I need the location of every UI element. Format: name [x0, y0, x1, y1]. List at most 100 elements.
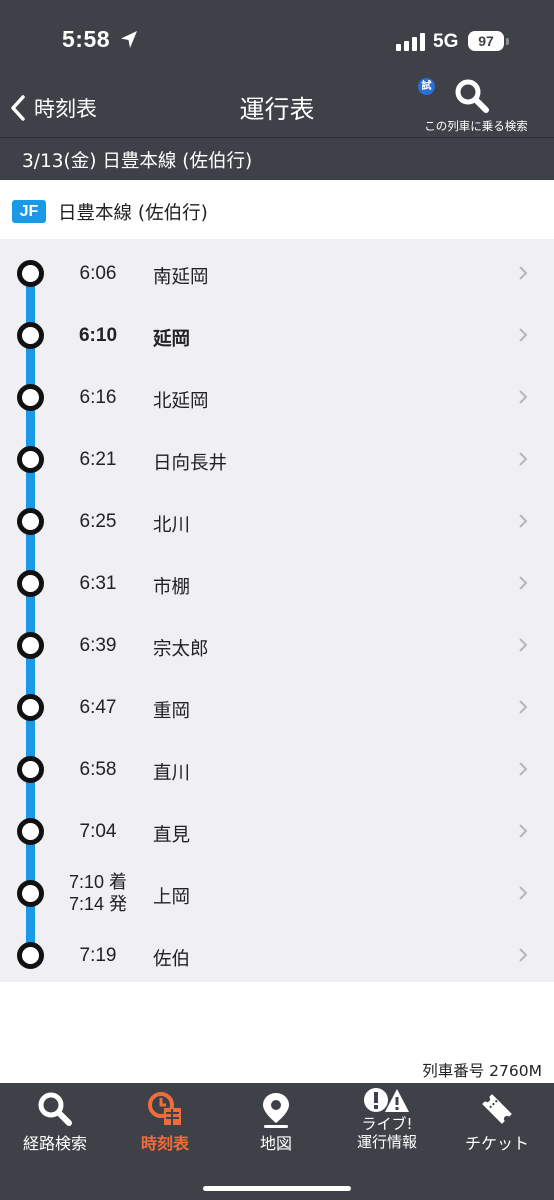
- tab-ticket[interactable]: チケット: [442, 1083, 552, 1163]
- line-header: JF 日豊本線 (佐伯行): [0, 180, 554, 239]
- battery-icon: 97: [468, 31, 504, 51]
- stop-time: 6:06: [79, 263, 117, 284]
- location-arrow-icon: [121, 31, 137, 48]
- stop-row[interactable]: 6:16 北延岡: [0, 365, 554, 427]
- stop-name: 市棚: [153, 577, 191, 598]
- stop-dot-icon: [17, 756, 44, 783]
- line-badge: JF: [12, 200, 46, 223]
- stop-dot-icon: [17, 942, 44, 969]
- status-bar: 5:58 5G 97: [0, 0, 554, 80]
- tab-map[interactable]: 地図: [221, 1083, 331, 1163]
- chevron-right-icon: [519, 328, 528, 342]
- stop-row[interactable]: 7:04 直見: [0, 799, 554, 861]
- tab-timetable[interactable]: 時刻表: [110, 1083, 220, 1163]
- search-icon: [38, 1092, 72, 1126]
- stop-row[interactable]: 7:19 佐伯: [0, 923, 554, 985]
- back-button[interactable]: 時刻表: [10, 90, 97, 126]
- chevron-right-icon: [519, 824, 528, 838]
- stop-row[interactable]: 6:39 宗太郎: [0, 613, 554, 675]
- stop-time: 6:31: [79, 573, 117, 594]
- nav-bar: 時刻表 運行表 試 この列車に乗る検索: [0, 78, 554, 137]
- stop-dot-icon: [17, 446, 44, 473]
- stop-time: 6:25: [79, 511, 117, 532]
- stop-name: 北川: [153, 515, 191, 536]
- chevron-right-icon: [519, 762, 528, 776]
- train-number: 列車番号 2760M: [422, 1062, 542, 1080]
- stop-row[interactable]: 6:31 市棚: [0, 551, 554, 613]
- home-indicator: [203, 1186, 351, 1191]
- chevron-right-icon: [519, 514, 528, 528]
- tab-label: 地図: [259, 1134, 292, 1153]
- chevron-left-icon: [11, 95, 25, 121]
- stop-name: 日向長井: [153, 453, 228, 474]
- stop-row[interactable]: 6:25 北川: [0, 489, 554, 551]
- stop-name: 直見: [153, 825, 191, 846]
- date-line-text: 3/13(金) 日豊本線 (佐伯行): [22, 151, 253, 172]
- stop-time: 6:47: [79, 697, 117, 718]
- stop-time: 6:16: [79, 387, 117, 408]
- test-badge: 試: [418, 78, 435, 95]
- departure-time: 7:14 発: [68, 894, 128, 914]
- stop-row[interactable]: 7:10 着 7:14 発 上岡: [0, 861, 554, 923]
- tab-label: 時刻表: [140, 1134, 189, 1153]
- chevron-right-icon: [519, 390, 528, 404]
- timetable-icon: [148, 1092, 181, 1125]
- network-label: 5G: [433, 31, 459, 52]
- stop-name: 南延岡: [153, 267, 209, 288]
- back-label: 時刻表: [34, 97, 97, 121]
- battery-tip: [506, 38, 509, 45]
- chevron-right-icon: [519, 948, 528, 962]
- chevron-right-icon: [519, 452, 528, 466]
- tab-route-search[interactable]: 経路検索: [0, 1083, 110, 1163]
- stop-dot-icon: [17, 508, 44, 535]
- tab-label-line1: ライブ!: [361, 1115, 413, 1133]
- stop-name: 宗太郎: [153, 639, 209, 660]
- stop-name: 重岡: [153, 701, 191, 722]
- stop-dot-icon: [17, 632, 44, 659]
- date-bar: 3/13(金) 日豊本線 (佐伯行): [0, 137, 554, 181]
- stop-dot-icon: [17, 260, 44, 287]
- stop-time: 6:39: [79, 635, 117, 656]
- alert-icon: [364, 1088, 409, 1112]
- tab-label: ライブ! 運行情報: [332, 1115, 442, 1151]
- search-this-train-label: この列車に乗る検索: [424, 119, 528, 133]
- stop-name: 北延岡: [153, 391, 209, 412]
- stop-time: 6:10: [78, 325, 118, 346]
- tab-label: 経路検索: [22, 1134, 87, 1153]
- chevron-right-icon: [519, 700, 528, 714]
- stop-time: 6:58: [79, 759, 117, 780]
- stop-time: 6:21: [79, 449, 117, 470]
- tab-label: チケット: [464, 1134, 529, 1153]
- stop-dot-icon: [17, 880, 44, 907]
- chevron-right-icon: [519, 266, 528, 280]
- ticket-icon: [482, 1094, 512, 1124]
- tab-label-line2: 運行情報: [356, 1133, 417, 1151]
- arrival-time: 7:10 着: [68, 872, 128, 892]
- tab-bar: 経路検索 時刻表 地図 ライブ! 運行情報 チケット: [0, 1083, 554, 1200]
- signal-icon: [396, 33, 425, 51]
- stop-name: 佐伯: [153, 949, 191, 970]
- stop-row[interactable]: 6:21 日向長井: [0, 427, 554, 489]
- map-pin-icon: [263, 1093, 289, 1128]
- search-icon: [455, 79, 489, 113]
- chevron-right-icon: [519, 886, 528, 900]
- line-name: 日豊本線 (佐伯行): [58, 203, 208, 224]
- stop-time-arrive-depart: 7:10 着 7:14 発: [58, 871, 138, 915]
- stop-dot-icon: [17, 570, 44, 597]
- stop-dot-icon: [17, 818, 44, 845]
- chevron-right-icon: [519, 638, 528, 652]
- stop-row[interactable]: 6:47 重岡: [0, 675, 554, 737]
- status-time: 5:58: [62, 26, 111, 52]
- stop-time: 7:04: [79, 821, 117, 842]
- stop-name: 延岡: [153, 329, 191, 350]
- tab-live-info[interactable]: ライブ! 運行情報: [332, 1083, 442, 1163]
- stop-row[interactable]: 6:58 直川: [0, 737, 554, 799]
- stop-dot-icon: [17, 384, 44, 411]
- search-this-train-button[interactable]: 試 この列車に乗る検索: [406, 78, 546, 136]
- chevron-right-icon: [519, 576, 528, 590]
- stop-time: 7:19: [79, 945, 117, 966]
- stop-list: 6:06 南延岡 6:10 延岡 6:16 北延岡 6:21 日向長井 6:25…: [0, 239, 554, 982]
- stop-row[interactable]: 6:10 延岡: [0, 303, 554, 365]
- stop-name: 直川: [153, 763, 191, 784]
- stop-row[interactable]: 6:06 南延岡: [0, 241, 554, 303]
